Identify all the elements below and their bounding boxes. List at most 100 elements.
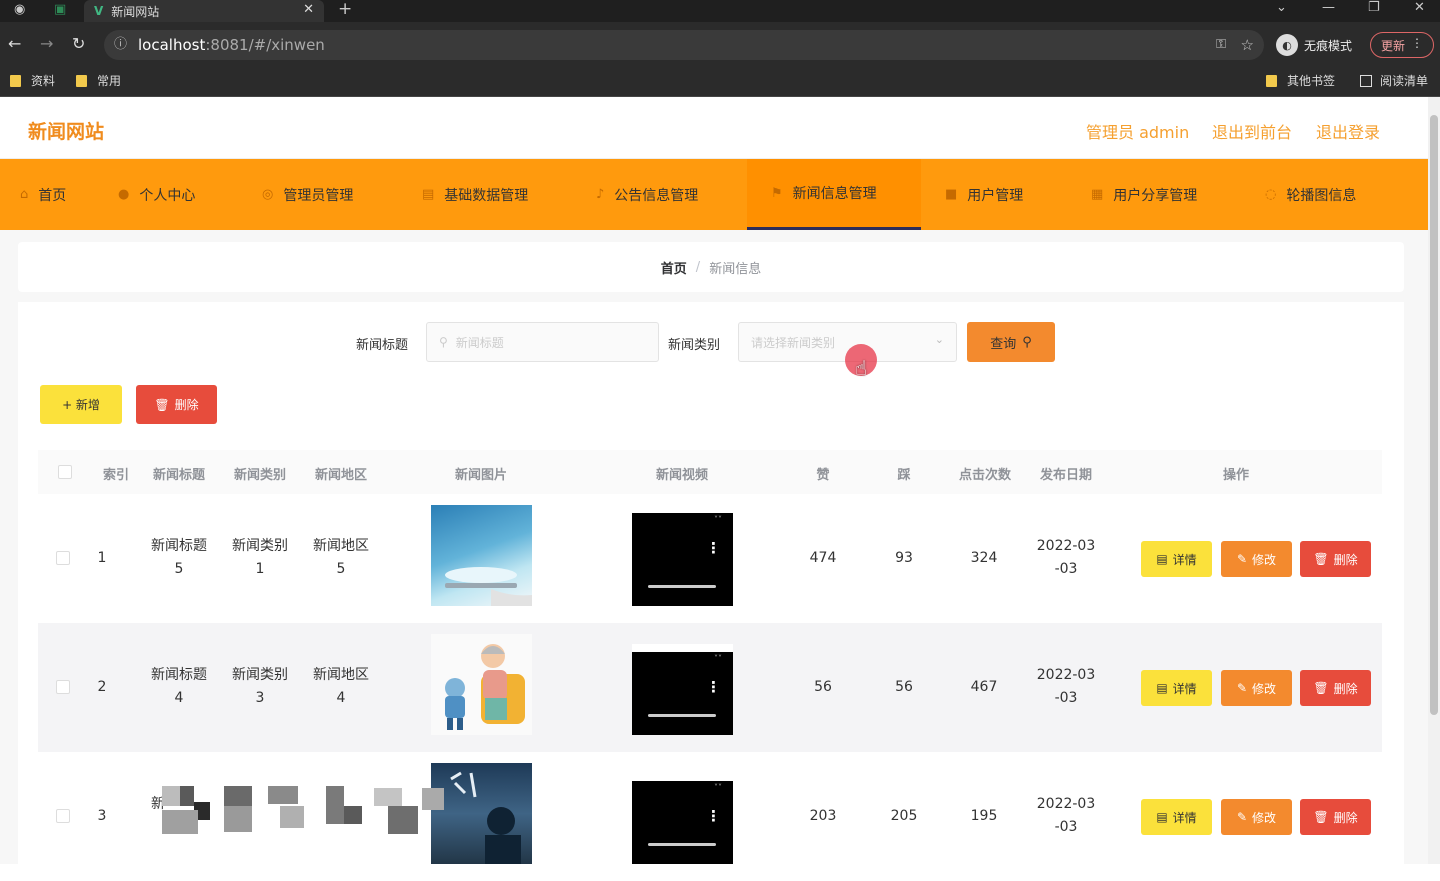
col-title: 新闻标题 — [152, 468, 205, 483]
nav-item-user-share[interactable]: ▦ 用户分享管理 — [1091, 159, 1197, 230]
row-date: 2022-03 -03 — [1031, 793, 1101, 839]
exit-to-front-link[interactable]: 退出到前台 — [1212, 119, 1292, 143]
table-row: 2 新闻标题 4 新闻类别 3 新闻地区 4 ˅˅ ⋮ 56 56 467 20… — [38, 623, 1382, 752]
app-icon[interactable]: ▣ — [54, 2, 66, 17]
tab-search-icon[interactable]: ⌄ — [1276, 0, 1287, 15]
menu-dots-icon[interactable]: ⋮ — [1411, 36, 1423, 50]
nav-item-news-management[interactable]: ⚑ 新闻信息管理 — [747, 159, 921, 230]
row-date-line: -03 — [1054, 561, 1078, 577]
restore-icon[interactable]: ❐ — [1368, 0, 1380, 15]
user-icon: ● — [118, 187, 130, 202]
detail-button[interactable]: ▤ 详情 — [1141, 670, 1212, 706]
row-area: 新闻地区 4 — [310, 664, 372, 710]
nav-label: 管理员管理 — [283, 187, 354, 204]
add-button[interactable]: + 新增 — [40, 385, 122, 424]
other-bookmarks[interactable]: 其他书签 — [1266, 72, 1335, 89]
edit-button[interactable]: ✎ 修改 — [1221, 799, 1292, 835]
nav-item-base-data[interactable]: ▤ 基础数据管理 — [422, 159, 528, 230]
vue-logo-icon: V — [94, 4, 104, 18]
nav-item-users[interactable]: ■ 用户管理 — [945, 159, 1023, 230]
minimize-icon[interactable]: — — [1322, 0, 1335, 15]
forward-icon[interactable]: → — [40, 34, 53, 53]
row-checkbox[interactable] — [56, 809, 70, 823]
col-type: 新闻类别 — [233, 468, 286, 483]
nav-item-home[interactable]: ⌂ 首页 — [20, 159, 66, 230]
news-video-player[interactable]: ˅˅ ⋮ — [632, 644, 733, 735]
nav-item-carousel[interactable]: ◌ 轮播图信息 — [1265, 159, 1356, 230]
edit-button[interactable]: ✎ 修改 — [1221, 541, 1292, 577]
new-tab-icon[interactable]: + — [338, 0, 352, 19]
nav-label: 轮播图信息 — [1286, 187, 1357, 204]
scrollbar-thumb[interactable] — [1430, 115, 1438, 715]
edit-label: 修改 — [1252, 552, 1277, 567]
video-menu-icon[interactable]: ⋮ — [706, 678, 721, 696]
row-date-line: 2022-03 — [1036, 667, 1096, 683]
nav-item-personal-center[interactable]: ● 个人中心 — [118, 159, 195, 230]
globe-icon[interactable]: ◉ — [14, 2, 25, 17]
breadcrumb-home[interactable]: 首页 — [661, 258, 687, 277]
folder-icon — [76, 74, 87, 87]
row-title: 新闻标题 4 — [148, 664, 210, 710]
delete-button[interactable]: 🗑 删除 — [1300, 670, 1371, 706]
logout-link[interactable]: 退出登录 — [1316, 119, 1380, 143]
select-all-checkbox[interactable] — [58, 465, 72, 479]
close-tab-icon[interactable]: ✕ — [303, 2, 314, 17]
row-date-line: 2022-03 — [1036, 796, 1096, 812]
row-title-line: 新闻标题 — [151, 667, 207, 683]
nav-item-announcements[interactable]: ♪ 公告信息管理 — [596, 159, 698, 230]
row-type-line: 3 — [255, 690, 265, 706]
incognito-indicator[interactable]: ◐ 无痕模式 — [1276, 32, 1352, 58]
bookmark-star-icon[interactable]: ☆ — [1241, 30, 1254, 60]
share-icon: ▦ — [1091, 187, 1104, 202]
bookmark-folder[interactable]: 资料 — [10, 72, 55, 89]
nav-item-admin-management[interactable]: ◎ 管理员管理 — [262, 159, 353, 230]
row-type: 新闻类别 1 — [229, 535, 291, 581]
query-button[interactable]: 查询 ⚲ — [967, 322, 1055, 362]
row-checkbox[interactable] — [56, 551, 70, 565]
update-button[interactable]: 更新 ⋮ — [1370, 32, 1434, 58]
news-image[interactable] — [431, 634, 532, 735]
other-bookmarks-label: 其他书签 — [1287, 74, 1336, 88]
delete-button[interactable]: 🗑 删除 — [1300, 799, 1371, 835]
page-scrollbar[interactable] — [1428, 97, 1440, 864]
video-status-icon: ˅˅ — [714, 515, 722, 524]
incognito-label: 无痕模式 — [1304, 38, 1353, 53]
video-progress-bar[interactable] — [648, 843, 716, 846]
close-window-icon[interactable]: ✕ — [1414, 0, 1425, 15]
video-progress-bar[interactable] — [648, 714, 716, 717]
reading-list-icon — [1360, 74, 1372, 87]
news-video-player[interactable]: ˅˅ ⋮ — [632, 773, 733, 864]
browser-tab-bar: ◉ ▣ V 新闻网站 ✕ + ⌄ — ❐ ✕ — [0, 0, 1440, 22]
search-icon: ⚲ — [439, 335, 448, 349]
delete-button[interactable]: 🗑 删除 — [1300, 541, 1371, 577]
detail-button[interactable]: ▤ 详情 — [1141, 799, 1212, 835]
col-image: 新闻图片 — [454, 468, 507, 483]
site-info-icon[interactable]: ⓘ — [114, 30, 127, 60]
detail-button[interactable]: ▤ 详情 — [1141, 541, 1212, 577]
row-checkbox[interactable] — [56, 680, 70, 694]
admin-label: 管理员 admin — [1086, 123, 1190, 142]
row-area-line: 新闻地区 — [313, 538, 369, 554]
video-menu-icon[interactable]: ⋮ — [706, 539, 721, 557]
news-image[interactable] — [431, 505, 532, 606]
url-field[interactable]: ⓘ localhost:8081/#/xinwen ⚿ ☆ — [104, 30, 1264, 60]
doc-icon: ▤ — [1156, 810, 1168, 824]
breadcrumb-separator: / — [695, 259, 701, 275]
key-icon[interactable]: ⚿ — [1216, 30, 1226, 60]
bookmark-folder[interactable]: 常用 — [76, 72, 121, 89]
back-icon[interactable]: ← — [8, 34, 21, 53]
video-menu-icon[interactable]: ⋮ — [706, 807, 721, 825]
batch-delete-button[interactable]: 🗑 删除 — [136, 385, 217, 424]
browser-tab[interactable]: V 新闻网站 ✕ — [84, 0, 324, 22]
row-index: 3 — [97, 808, 107, 824]
col-likes: 赞 — [816, 468, 830, 483]
title-search-input[interactable]: ⚲ 新闻标题 — [426, 322, 659, 362]
col-actions: 操作 — [1222, 468, 1249, 483]
doc-icon: ▤ — [1156, 552, 1168, 566]
row-title: 新闻标题 5 — [148, 535, 210, 581]
edit-button[interactable]: ✎ 修改 — [1221, 670, 1292, 706]
reload-icon[interactable]: ↻ — [72, 34, 85, 53]
reading-list[interactable]: 阅读清单 — [1360, 72, 1428, 89]
news-video-player[interactable]: ˅˅ ⋮ — [632, 505, 733, 606]
video-progress-bar[interactable] — [648, 585, 716, 588]
